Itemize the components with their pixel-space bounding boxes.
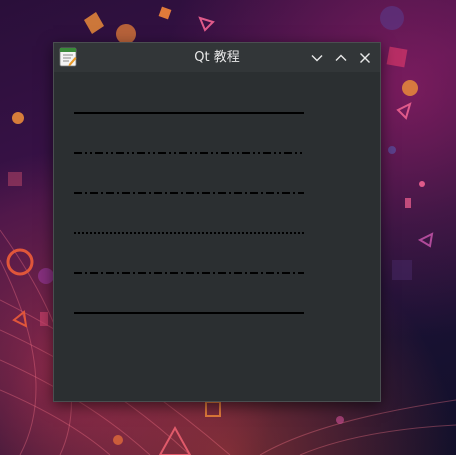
drawing-canvas xyxy=(74,112,304,314)
maximize-button[interactable] xyxy=(332,49,350,67)
desktop-background: Qt 教程 xyxy=(0,0,456,455)
close-icon xyxy=(360,53,370,63)
maximize-icon xyxy=(335,54,347,61)
minimize-button[interactable] xyxy=(308,49,326,67)
close-button[interactable] xyxy=(356,49,374,67)
title-bar[interactable]: Qt 教程 xyxy=(54,43,380,72)
app-window: Qt 教程 xyxy=(53,42,381,402)
window-controls xyxy=(308,49,374,67)
minimize-icon xyxy=(311,55,323,62)
app-notepad-icon xyxy=(59,47,77,67)
